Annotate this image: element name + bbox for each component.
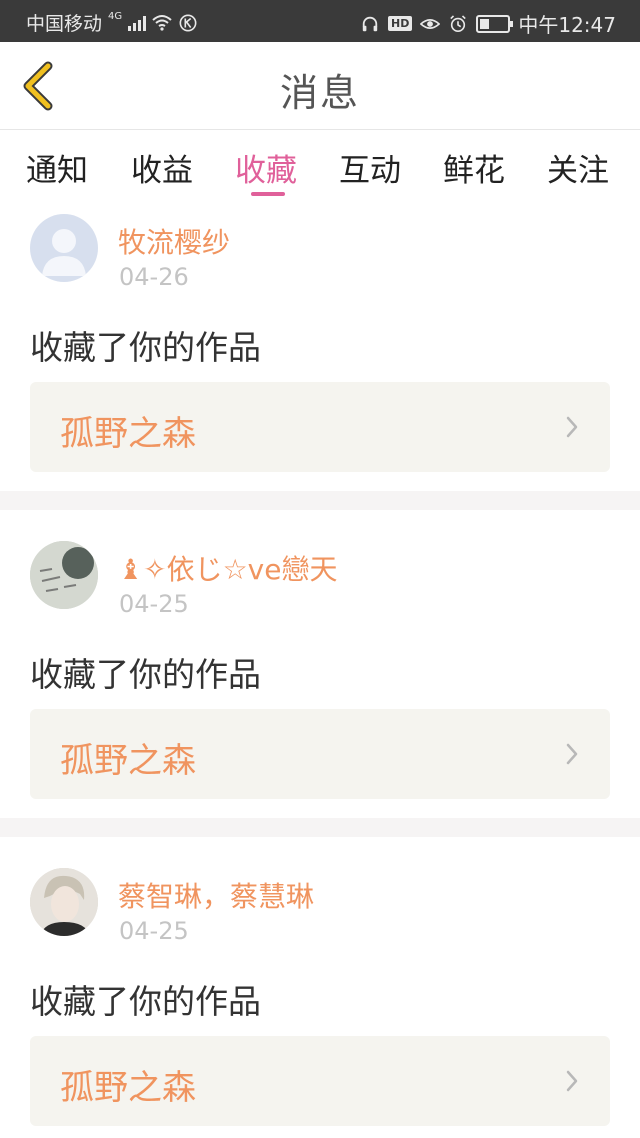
message-date: 04-25 <box>119 590 189 618</box>
action-text: 收藏了你的作品 <box>30 328 261 367</box>
portrait-avatar-icon[interactable] <box>30 868 98 936</box>
signal-icon <box>128 15 147 31</box>
message-date: 04-26 <box>119 263 189 291</box>
message-date: 04-25 <box>119 917 189 945</box>
app-header: 消息 <box>0 42 640 130</box>
clock: 中午12:47 <box>518 13 616 37</box>
username[interactable]: 蔡智琳，蔡慧琳 <box>118 875 314 915</box>
card-separator <box>0 491 640 510</box>
work-link[interactable]: 孤野之森 <box>30 382 610 472</box>
message-card: 蔡智琳，蔡慧琳 04-25 收藏了你的作品 孤野之森 <box>0 837 640 1138</box>
tab-following[interactable]: 关注 <box>547 145 609 190</box>
work-link[interactable]: 孤野之森 <box>30 1036 610 1126</box>
k-app-icon <box>179 14 197 31</box>
work-title: 孤野之森 <box>60 741 196 781</box>
message-card: ♝✧依じ☆ve戀天 04-25 收藏了你的作品 孤野之森 <box>0 510 640 818</box>
message-card: 牧流樱纱 04-26 收藏了你的作品 孤野之森 <box>0 201 640 491</box>
carrier-name: 中国移动 <box>26 13 103 35</box>
network-type: 4G <box>108 11 123 22</box>
eye-icon <box>420 18 441 29</box>
status-right: HD 中午12:47 <box>360 9 616 38</box>
chevron-right-icon <box>566 1070 578 1092</box>
calligraphy-avatar-icon[interactable] <box>30 541 98 609</box>
chevron-right-icon <box>566 743 578 765</box>
headphones-icon <box>362 16 378 31</box>
tab-bar: 通知 收益 收藏 互动 鲜花 关注 <box>0 131 640 201</box>
status-left: 中国移动 4G <box>26 9 198 36</box>
tab-favorites[interactable]: 收藏 <box>235 145 297 190</box>
work-link[interactable]: 孤野之森 <box>30 709 610 799</box>
active-tab-indicator <box>251 192 285 196</box>
alarm-icon <box>450 14 467 32</box>
tab-notice[interactable]: 通知 <box>26 145 88 190</box>
battery-icon <box>476 14 514 33</box>
work-title: 孤野之森 <box>60 414 196 454</box>
default-avatar-icon[interactable] <box>30 214 98 282</box>
page-title: 消息 <box>279 71 360 115</box>
action-text: 收藏了你的作品 <box>30 982 261 1021</box>
username[interactable]: 牧流樱纱 <box>118 221 230 261</box>
action-text: 收藏了你的作品 <box>30 655 261 694</box>
tab-interaction[interactable]: 互动 <box>339 145 401 190</box>
work-title: 孤野之森 <box>60 1068 196 1108</box>
username[interactable]: ♝✧依じ☆ve戀天 <box>118 548 337 588</box>
tab-earnings[interactable]: 收益 <box>131 145 193 190</box>
chevron-right-icon <box>566 416 578 438</box>
card-separator <box>0 818 640 837</box>
status-bar: 中国移动 4G HD 中午12:47 <box>0 0 640 42</box>
wifi-icon <box>152 14 172 31</box>
hd-icon: HD <box>388 16 413 31</box>
tab-flowers[interactable]: 鲜花 <box>443 145 505 190</box>
